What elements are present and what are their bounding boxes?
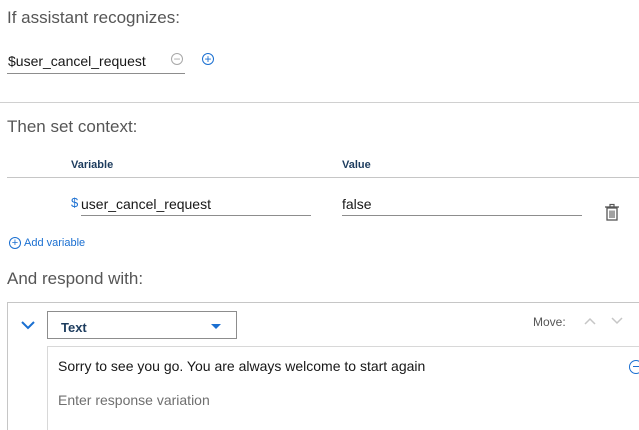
condition-value: $user_cancel_request <box>8 53 146 69</box>
context-heading: Then set context: <box>7 117 138 136</box>
plus-icon: + <box>204 52 212 66</box>
response-type-value: Text <box>61 320 87 335</box>
column-header-variable: Variable <box>71 159 114 171</box>
section-divider <box>0 102 639 103</box>
trash-icon[interactable] <box>603 203 621 221</box>
context-variable-value: user_cancel_request <box>81 196 211 212</box>
caret-down-icon <box>211 324 221 329</box>
context-value-text: false <box>342 196 372 212</box>
move-up-icon[interactable] <box>583 316 597 326</box>
move-label: Move: <box>533 315 566 329</box>
response-variation-input[interactable]: Enter response variation <box>58 392 210 408</box>
add-variable-button[interactable]: + Add variable <box>9 237 85 249</box>
response-heading: And respond with: <box>7 269 144 288</box>
response-type-select[interactable]: Text <box>47 311 237 339</box>
minus-icon: − <box>173 52 181 66</box>
table-header-divider <box>7 177 639 178</box>
move-down-icon[interactable] <box>610 316 624 326</box>
response-variation-text[interactable]: Sorry to see you go. You are always welc… <box>58 358 425 374</box>
context-variable-input[interactable]: user_cancel_request <box>81 193 311 216</box>
remove-variation-icon[interactable] <box>629 360 639 374</box>
variable-prefix: $ <box>71 195 79 210</box>
condition-input[interactable]: $user_cancel_request <box>7 50 185 74</box>
add-circle-icon: + <box>9 237 21 249</box>
add-variable-label: Add variable <box>24 237 86 249</box>
dialog-node-editor: If assistant recognizes: $user_cancel_re… <box>0 0 639 430</box>
chevron-down-icon[interactable] <box>20 318 36 332</box>
add-condition-button[interactable]: + <box>202 53 214 65</box>
remove-condition-button[interactable]: − <box>171 53 183 65</box>
condition-heading: If assistant recognizes: <box>7 8 180 27</box>
context-value-input[interactable]: false <box>342 193 582 216</box>
column-header-value: Value <box>342 159 371 171</box>
